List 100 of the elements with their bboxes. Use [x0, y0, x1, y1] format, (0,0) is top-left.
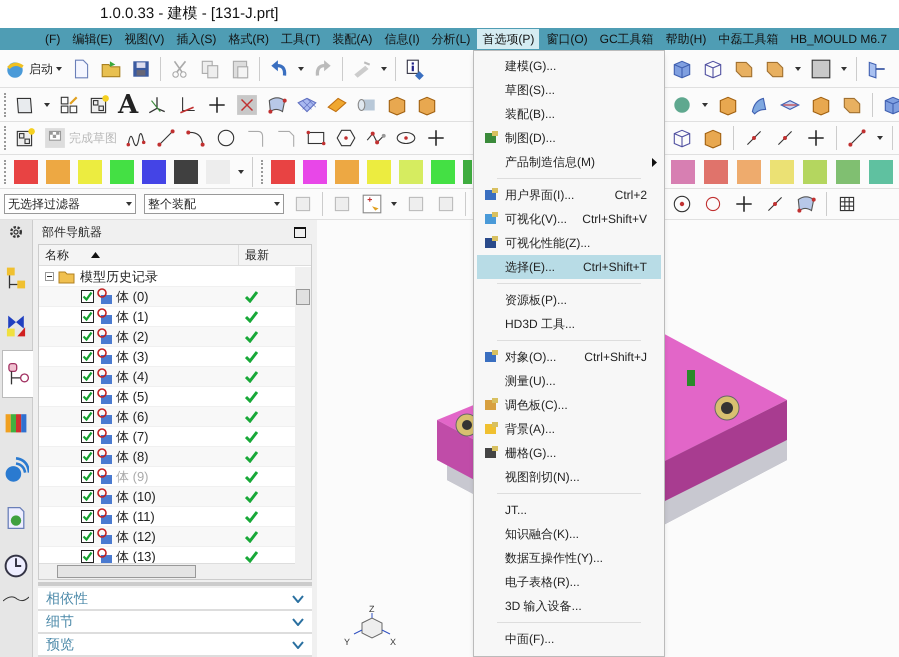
checkbox[interactable]	[81, 450, 94, 464]
menu-item[interactable]: (F)	[40, 29, 66, 49]
checkbox[interactable]	[81, 530, 94, 544]
tree-row[interactable]: 体 (12)	[39, 526, 295, 546]
horizontal-scrollbar[interactable]	[39, 563, 311, 580]
checkbox[interactable]	[81, 330, 94, 344]
menu-item[interactable]: 格式(R)	[223, 29, 274, 49]
checkbox[interactable]	[81, 550, 94, 564]
checkbox[interactable]	[81, 430, 94, 444]
menu-item[interactable]: 帮助(H)	[660, 29, 712, 49]
color-swatch[interactable]	[869, 160, 893, 184]
menu-item[interactable]: 信息(I)	[379, 29, 425, 49]
line-icon[interactable]	[155, 127, 177, 149]
dropdown-caret-icon[interactable]	[391, 202, 397, 206]
menu-item[interactable]: 对象(O)... Ctrl+Shift+J	[477, 345, 661, 369]
dropdown-caret-icon[interactable]	[126, 202, 132, 206]
menu-item[interactable]: 视图剖切(N)...	[477, 465, 661, 489]
menu-item[interactable]: 资源板(P)...	[477, 288, 661, 312]
color-swatch[interactable]	[671, 160, 695, 184]
tree-row[interactable]: 体 (3)	[39, 346, 295, 366]
dropdown-caret-icon[interactable]	[381, 66, 387, 70]
menu-item[interactable]: 可视化(V)... Ctrl+Shift+V	[477, 207, 661, 231]
dropdown-caret-icon[interactable]	[274, 202, 280, 206]
tree-row[interactable]: 体 (11)	[39, 506, 295, 526]
color-swatch[interactable]	[46, 160, 70, 184]
color-swatch[interactable]	[770, 160, 794, 184]
tree-row[interactable]: 体 (8)	[39, 446, 295, 466]
menu-item[interactable]: 数据互操作性(Y)...	[477, 546, 661, 570]
menu-item[interactable]: 装配(B)...	[477, 102, 661, 126]
menu-item[interactable]: 调色板(C)...	[477, 393, 661, 417]
tree-row[interactable]: 体 (0)	[39, 286, 295, 306]
checkbox[interactable]	[81, 310, 94, 324]
tree-row[interactable]: 模型历史记录	[39, 266, 295, 286]
chevron-down-icon[interactable]	[292, 640, 304, 648]
tree-row[interactable]: 体 (10)	[39, 486, 295, 506]
navigator-tab[interactable]	[2, 350, 32, 398]
menu-item[interactable]: 栅格(G)...	[477, 441, 661, 465]
dropdown-caret-icon[interactable]	[702, 102, 708, 106]
polygon-icon[interactable]	[335, 127, 357, 149]
maximize-icon[interactable]	[294, 226, 306, 238]
dropdown-caret-icon[interactable]	[298, 66, 304, 70]
checkbox[interactable]	[81, 490, 94, 504]
column-header[interactable]: 最新	[239, 245, 311, 266]
dropdown-caret-icon[interactable]	[795, 66, 801, 70]
color-swatch[interactable]	[367, 160, 391, 184]
information-icon[interactable]	[404, 58, 426, 80]
menu-item[interactable]: 电子表格(R)...	[477, 570, 661, 594]
menu-item[interactable]: HB_MOULD M6.7	[785, 29, 892, 49]
sketch-icon[interactable]	[58, 94, 80, 116]
menu-item[interactable]: 制图(D)...	[477, 126, 661, 150]
view-style-icon[interactable]	[810, 58, 832, 80]
color-swatch[interactable]	[14, 160, 38, 184]
menu-item[interactable]: 分析(L)	[426, 29, 476, 49]
color-swatch[interactable]	[142, 160, 166, 184]
collapsed-panel-header[interactable]: 预览	[38, 634, 312, 657]
checkered-flag-icon[interactable]	[44, 127, 66, 149]
dropdown-field[interactable]: 无选择过滤器	[4, 194, 136, 214]
menu-item[interactable]: 编辑(E)	[67, 29, 118, 49]
menu-item[interactable]: 装配(A)	[327, 29, 378, 49]
checkbox[interactable]	[81, 470, 94, 484]
color-swatch[interactable]	[431, 160, 455, 184]
vertical-scrollbar[interactable]	[295, 267, 311, 564]
tree-row[interactable]: 体 (2)	[39, 326, 295, 346]
color-swatch[interactable]	[335, 160, 359, 184]
menu-item[interactable]: 选择(E)... Ctrl+Shift+T	[477, 255, 661, 279]
dropdown-caret-icon[interactable]	[44, 102, 50, 106]
tree-row[interactable]: 体 (4)	[39, 366, 295, 386]
checkbox[interactable]	[81, 370, 94, 384]
color-swatch[interactable]	[836, 160, 860, 184]
sketch-star-icon[interactable]	[88, 94, 110, 116]
menu-item[interactable]: 中面(F)...	[477, 627, 661, 651]
circle-icon[interactable]	[215, 127, 237, 149]
color-swatch[interactable]	[174, 160, 198, 184]
color-swatch[interactable]	[803, 160, 827, 184]
start-button[interactable]: 启动	[4, 58, 62, 80]
tree-row[interactable]: 体 (5)	[39, 386, 295, 406]
color-swatch[interactable]	[737, 160, 761, 184]
checkbox[interactable]	[81, 410, 94, 424]
checkbox[interactable]	[81, 350, 94, 364]
datum-cross-icon[interactable]	[236, 94, 258, 116]
color-swatch[interactable]	[303, 160, 327, 184]
menu-item[interactable]: 视图(V)	[119, 29, 170, 49]
column-header[interactable]: 名称	[39, 245, 239, 266]
sketch-star-icon[interactable]	[14, 127, 36, 149]
menu-item[interactable]: GC工具箱	[594, 29, 659, 49]
color-swatch[interactable]	[78, 160, 102, 184]
checkbox[interactable]	[81, 510, 94, 524]
menu-item[interactable]: 可视化性能(Z)...	[477, 231, 661, 255]
menu-item[interactable]: JT...	[477, 498, 661, 522]
menu-item[interactable]: 知识融合(K)...	[477, 522, 661, 546]
dropdown-caret-icon[interactable]	[238, 170, 244, 174]
menu-item[interactable]: 工具(T)	[276, 29, 326, 49]
tree-row[interactable]: 体 (7)	[39, 426, 295, 446]
menu-item[interactable]: 背景(A)...	[477, 417, 661, 441]
checkbox[interactable]	[81, 290, 94, 304]
menu-item[interactable]: 插入(S)	[171, 29, 222, 49]
chevron-down-icon[interactable]	[292, 594, 304, 602]
color-swatch[interactable]	[271, 160, 295, 184]
dropdown-caret-icon[interactable]	[56, 66, 62, 70]
collapse-icon[interactable]	[45, 272, 54, 281]
